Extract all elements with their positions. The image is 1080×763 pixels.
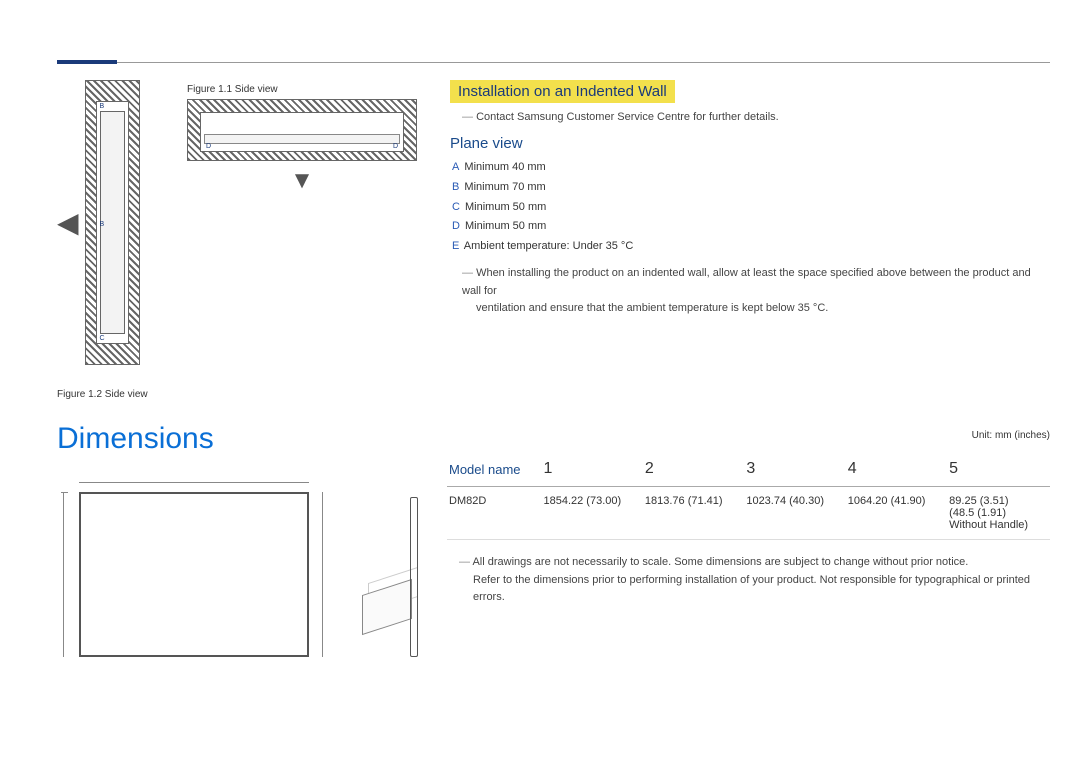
dimensions-note: ― All drawings are not necessarily to sc… xyxy=(459,554,1050,607)
figure-top-view: D D xyxy=(187,99,417,161)
table-row: DM82D 1854.22 (73.00) 1813.76 (71.41) 10… xyxy=(447,487,1050,540)
figure-1-label: Figure 1.1 Side view xyxy=(187,84,417,95)
arrow-down-icon: ▼ xyxy=(187,167,417,195)
spec-list: A Minimum 40 mm B Minimum 70 mm C Minimu… xyxy=(452,158,1050,257)
installation-heading: Installation on an Indented Wall xyxy=(450,80,675,103)
arrow-left-icon: ◀ xyxy=(57,209,79,237)
dimensions-drawing xyxy=(57,482,397,672)
plane-view-heading: Plane view xyxy=(450,135,1050,152)
col-model-name: Model name xyxy=(447,452,541,487)
dimensions-table: Model name 1 2 3 4 5 DM82D 1854.22 (73.0… xyxy=(447,452,1050,540)
figure-2-label: Figure 1.2 Side view xyxy=(57,389,148,400)
installation-note: ― When installing the product on an inde… xyxy=(462,265,1050,318)
contact-note: ― Contact Samsung Customer Service Centr… xyxy=(462,111,1050,123)
unit-label: Unit: mm (inches) xyxy=(972,430,1050,441)
